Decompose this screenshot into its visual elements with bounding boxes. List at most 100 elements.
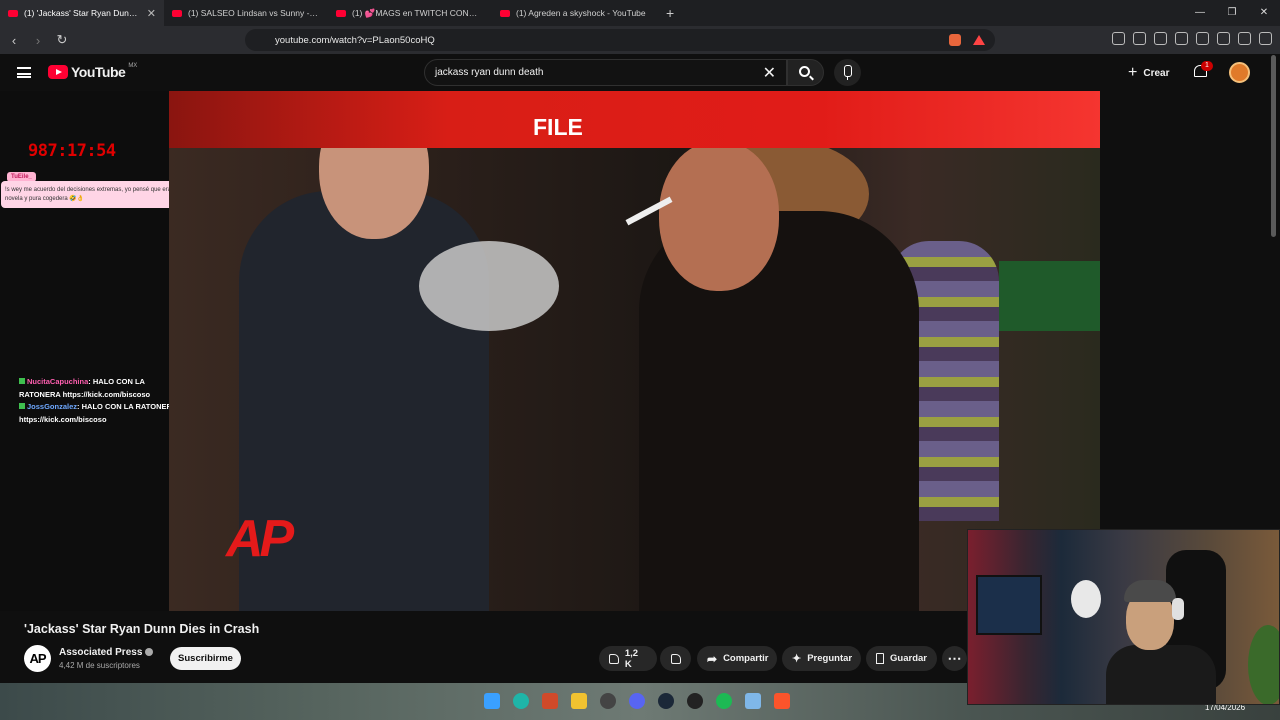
create-label: Crear — [1143, 67, 1170, 79]
account-avatar[interactable] — [1229, 62, 1250, 83]
dislike-button[interactable] — [660, 646, 691, 671]
extension-icons — [1112, 32, 1272, 45]
webcam-cap — [1124, 580, 1176, 602]
hamburger-menu-icon[interactable] — [17, 67, 31, 78]
file-banner — [169, 91, 1100, 148]
store-icon[interactable] — [542, 693, 558, 709]
spotify-icon[interactable] — [716, 693, 732, 709]
address-bar-row: ‹ › ↻ ⚐ youtube.com/watch?v=PLaon50coHQ — [0, 26, 1280, 54]
stream-chat: NucitaCapuchina: HALO CON LA RATONERA ht… — [19, 376, 179, 426]
vpn-icon[interactable] — [1238, 32, 1251, 45]
minimize-icon[interactable]: — — [1184, 0, 1216, 26]
like-count: 1,2 K — [624, 647, 639, 670]
start-icon[interactable] — [484, 693, 500, 709]
more-actions-button[interactable]: ⋯ — [942, 646, 967, 671]
close-tab-icon[interactable]: ✕ — [147, 7, 156, 20]
search-query: jackass ryan dunn death — [435, 67, 544, 78]
menu-icon[interactable] — [1259, 32, 1272, 45]
steam-icon[interactable] — [658, 693, 674, 709]
new-tab-button[interactable]: + — [656, 5, 684, 21]
webcam-plant — [1248, 625, 1279, 704]
tab-title: (1) Agreden a skyshock - YouTube — [516, 8, 646, 18]
browser-tab-3[interactable]: (1) 💕MAGS en TWITCH CON💕✨ — [328, 0, 492, 26]
tab-title: (1) 💕MAGS en TWITCH CON💕✨ — [352, 7, 484, 18]
create-button[interactable]: + Crear — [1128, 64, 1169, 82]
verified-icon — [145, 648, 154, 657]
badge-icon — [19, 403, 25, 409]
taskbar-icons — [484, 693, 790, 709]
thumbs-down-icon — [670, 653, 681, 664]
wallet-icon[interactable] — [1196, 32, 1209, 45]
video-player[interactable]: FILE AP — [169, 91, 1100, 611]
sidebar-icon[interactable] — [1175, 32, 1188, 45]
channel-name-text: Associated Press — [59, 647, 143, 658]
subathon-timer: 987:17:54 — [28, 141, 116, 161]
brave-shield-icon[interactable] — [949, 34, 961, 46]
browser-tab-strip: (1) 'Jackass' Star Ryan Dunn Dies ✕ (1) … — [0, 0, 1280, 26]
like-button[interactable]: 1,2 K — [599, 646, 657, 671]
youtube-favicon-icon — [8, 9, 18, 17]
url-field[interactable]: youtube.com/watch?v=PLaon50coHQ — [245, 29, 995, 51]
brave-icon[interactable] — [774, 693, 790, 709]
voice-search-icon[interactable] — [834, 59, 861, 86]
stream-overlay-area — [0, 91, 170, 611]
subscriber-count: 4,42 M de suscriptores — [59, 661, 140, 670]
clear-search-icon[interactable]: ✕ — [763, 63, 776, 83]
close-window-icon[interactable]: ✕ — [1248, 0, 1280, 26]
file-label: FILE — [533, 114, 583, 140]
window-controls: — ❐ ✕ — [1184, 0, 1280, 26]
share-label: Compartir — [723, 653, 769, 664]
browser-tab-1[interactable]: (1) 'Jackass' Star Ryan Dunn Dies ✕ — [0, 0, 164, 26]
chat-message: JossGonzalez: HALO CON LA RATONERA https… — [19, 402, 178, 424]
sparkle-icon: ✦ — [792, 652, 802, 665]
file-explorer-icon[interactable] — [571, 693, 587, 709]
notepad-icon[interactable] — [745, 693, 761, 709]
discord-icon[interactable] — [629, 693, 645, 709]
search-input[interactable]: jackass ryan dunn death ✕ — [424, 59, 787, 86]
tab-title: (1) 'Jackass' Star Ryan Dunn Dies — [24, 8, 141, 18]
youtube-favicon-icon — [336, 9, 346, 17]
leo-ai-icon[interactable] — [1217, 32, 1230, 45]
search-icon — [799, 66, 810, 77]
brave-rewards-icon[interactable] — [973, 35, 985, 45]
channel-name[interactable]: Associated Press — [59, 647, 154, 658]
app-icon[interactable] — [600, 693, 616, 709]
subscribe-button[interactable]: Suscribirme — [170, 647, 241, 670]
share-arrow-icon: ➦ — [707, 651, 718, 666]
save-label: Guardar — [890, 653, 927, 664]
obs-icon[interactable] — [687, 693, 703, 709]
page-scrollbar[interactable] — [1271, 55, 1276, 237]
url-text: youtube.com/watch?v=PLaon50coHQ — [275, 34, 435, 46]
ask-button[interactable]: ✦ Preguntar — [782, 646, 861, 671]
plus-icon: + — [1128, 64, 1138, 81]
video-figure-subject-head — [659, 141, 779, 291]
back-icon[interactable]: ‹ — [4, 33, 24, 48]
channel-avatar[interactable]: AP — [24, 645, 51, 672]
search-button[interactable] — [787, 59, 824, 86]
browser-tab-2[interactable]: (1) SALSEO Lindsan vs Sunny - YouTu — [164, 0, 328, 26]
video-figure-background — [999, 261, 1100, 331]
extensions-icon[interactable] — [1112, 32, 1125, 45]
browser-tab-4[interactable]: (1) Agreden a skyshock - YouTube — [492, 0, 656, 26]
streamer-webcam — [967, 529, 1280, 705]
chat-username: JossGonzalez — [27, 402, 78, 411]
youtube-favicon-icon — [500, 9, 510, 17]
microphone-windscreen — [419, 241, 559, 331]
more-icon: ⋯ — [947, 650, 962, 666]
share-button[interactable]: ➦ Compartir — [697, 646, 777, 671]
music-icon[interactable] — [1154, 32, 1167, 45]
reload-icon[interactable]: ↻ — [52, 32, 72, 48]
edge-icon[interactable] — [513, 693, 529, 709]
youtube-logo[interactable]: YouTube MX — [48, 63, 137, 80]
webcam-headset — [1172, 598, 1184, 620]
webcam-monitor — [976, 575, 1042, 635]
save-button[interactable]: Guardar — [866, 646, 937, 671]
youtube-header: YouTube MX jackass ryan dunn death ✕ + C… — [0, 54, 1280, 91]
youtube-favicon-icon — [172, 9, 182, 17]
screenshot-icon[interactable] — [1133, 32, 1146, 45]
youtube-play-icon — [48, 65, 68, 79]
restore-icon[interactable]: ❐ — [1216, 0, 1248, 26]
youtube-wordmark: YouTube — [71, 64, 126, 80]
forward-icon[interactable]: › — [28, 33, 48, 48]
chat-username: NucitaCapuchina — [27, 377, 89, 386]
